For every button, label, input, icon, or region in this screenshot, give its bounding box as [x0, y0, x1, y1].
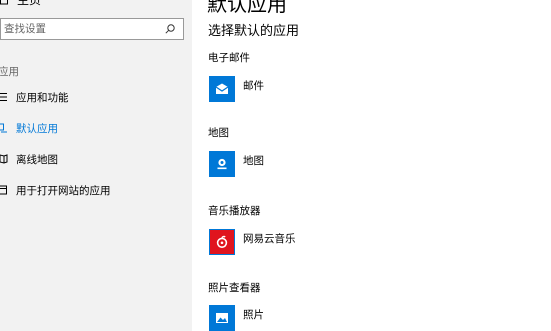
category-label-photos: 照片查看器 [208, 282, 261, 294]
sidebar-item-label: 离线地图 [16, 153, 58, 166]
sidebar-item-label: 用于打开网站的应用 [16, 184, 111, 197]
maps-icon [217, 158, 227, 170]
photos-icon [216, 313, 228, 323]
category-label-music: 音乐播放器 [208, 205, 261, 217]
category-label-maps: 地图 [208, 127, 229, 139]
home-nav-item[interactable]: 主页 [0, 0, 41, 8]
apps-for-websites-icon [0, 185, 7, 195]
page-title: 默认应用 [207, 0, 287, 16]
app-tile [209, 305, 235, 331]
offline-maps-icon [0, 154, 8, 164]
home-label: 主页 [17, 0, 41, 8]
app-name: 照片 [243, 309, 264, 321]
search-input[interactable] [1, 20, 163, 38]
app-name: 网易云音乐 [243, 233, 296, 245]
sidebar-item-offline-maps[interactable]: 离线地图 [0, 150, 58, 168]
app-name: 邮件 [243, 80, 264, 92]
sidebar-item-default-apps[interactable]: 默认应用 [0, 119, 58, 137]
mail-icon [215, 83, 229, 94]
app-tile [209, 76, 235, 102]
default-maps-app-button[interactable]: 地图 [209, 151, 264, 177]
sidebar: 主页 应用 应用和功能 默认应用 [0, 0, 192, 331]
default-email-app-button[interactable]: 邮件 [209, 76, 264, 102]
sidebar-item-apps-features[interactable]: 应用和功能 [0, 88, 69, 106]
netease-music-icon [216, 235, 228, 249]
app-tile [209, 151, 235, 177]
settings-window: 主页 应用 应用和功能 默认应用 [0, 0, 551, 331]
default-music-app-button[interactable]: 网易云音乐 [209, 229, 296, 255]
sidebar-item-label: 默认应用 [16, 122, 58, 135]
section-label-apps: 应用 [0, 66, 19, 78]
search-icon[interactable] [163, 22, 177, 36]
main-content: 默认应用 选择默认的应用 电子邮件 邮件 地图 地图 音乐播放器 网易云音乐 照… [192, 0, 551, 331]
section-heading: 选择默认的应用 [208, 24, 300, 39]
apps-list-icon [0, 93, 7, 101]
app-tile [209, 229, 235, 255]
sidebar-item-apps-for-websites[interactable]: 用于打开网站的应用 [0, 181, 111, 199]
default-apps-icon [0, 123, 7, 133]
sidebar-item-label: 应用和功能 [16, 91, 69, 104]
default-photos-app-button[interactable]: 照片 [209, 305, 264, 331]
category-label-email: 电子邮件 [208, 52, 250, 64]
home-icon [0, 0, 8, 5]
app-name: 地图 [243, 155, 264, 167]
search-box [0, 18, 184, 40]
